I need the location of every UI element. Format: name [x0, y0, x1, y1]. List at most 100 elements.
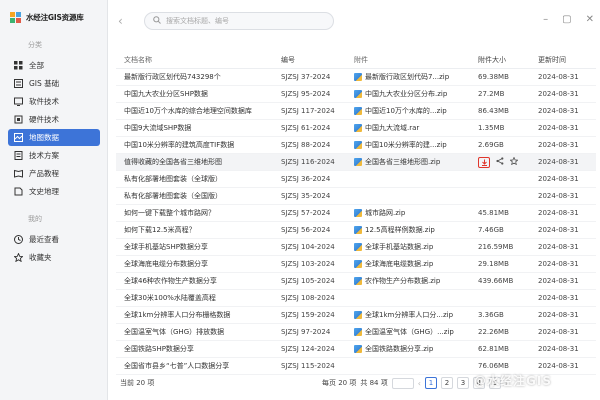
document-name[interactable]: 全球手机基站SHP数据分享 [116, 242, 279, 252]
document-name[interactable]: 值得收藏的全国各省三维地形图 [116, 157, 279, 167]
column-header-name[interactable]: 文档名称 [116, 55, 279, 65]
column-header-size[interactable]: 附件大小 [474, 55, 532, 65]
table-row[interactable]: 中国近10万个水库的综合地理空间数据库 SJZSJ 117-2024 中国近10万个… [116, 103, 596, 120]
sidebar-item-history[interactable]: 文史地理 [8, 183, 100, 200]
attachment-cell[interactable]: 中国10米分辨率的建...zip [352, 140, 474, 150]
attachment-name[interactable]: 全球手机基站数据.zip [365, 242, 433, 252]
attachment-cell[interactable]: 中国近10万个水库的...zip [352, 106, 474, 116]
table-row[interactable]: 全球46种农作物生产数据分享 SJZSJ 105-2024 农作物生产分布数据.zi… [116, 273, 596, 290]
document-name[interactable]: 最新版行政区划代码743298个 [116, 72, 279, 82]
table-row[interactable]: 中国10米分辨率的建筑高度TIF数据 SJZSJ 88-2024 中国10米分辨率的… [116, 137, 596, 154]
document-name[interactable]: 全国温室气体（GHG）排放数据 [116, 327, 279, 337]
document-name[interactable]: 中国10米分辨率的建筑高度TIF数据 [116, 140, 279, 150]
table-row[interactable]: 全球30米100%水陆覆盖高程 SJZSJ 108-2024 2024-08-31 [116, 290, 596, 307]
table-row[interactable]: 私有化部署地图套装（全球版） SJZSJ 36-2024 2024-08-31 [116, 171, 596, 188]
star-icon[interactable] [509, 156, 519, 167]
total-pages-label: 共 84 项 [360, 379, 388, 387]
attachment-name[interactable]: 全国铁路数据分享.zip [365, 344, 433, 354]
attachment-name[interactable]: 中国九大流域.rar [365, 123, 419, 133]
attachment-name[interactable]: 农作物生产分布数据.zip [365, 276, 440, 286]
attachment-cell[interactable]: 农作物生产分布数据.zip [352, 276, 474, 286]
table-row[interactable]: 全球1km分辨率人口分布栅格数据 SJZSJ 159-2024 全球1km分辨率人口… [116, 307, 596, 324]
sidebar-item-tutorial[interactable]: 产品教程 [8, 165, 100, 182]
table-row[interactable]: 私有化部署地图套装（全国版） SJZSJ 35-2024 2024-08-31 [116, 188, 596, 205]
sidebar-item-favorites[interactable]: 收藏夹 [8, 249, 100, 266]
updated-date: 2024-08-31 [538, 277, 579, 285]
table-row[interactable]: 如何下载12.5米高程？ SJZSJ 56-2024 12.5高程样例数据.zip 7… [116, 222, 596, 239]
page-number-button[interactable]: 3 [456, 377, 469, 389]
sidebar-item-map-data[interactable]: 地图数据 [8, 129, 100, 146]
page-number-button[interactable]: 2 [440, 377, 453, 389]
search-box[interactable] [144, 12, 334, 30]
file-icon [354, 107, 362, 115]
sidebar-item-solution[interactable]: 技术方案 [8, 147, 100, 164]
prev-page-icon[interactable]: ‹ [418, 379, 421, 388]
attachment-name[interactable]: 全球1km分辨率人口分...zip [365, 310, 453, 320]
table-row[interactable]: 全球海底电缆分布数据分享 SJZSJ 103-2024 全球海底电缆数据.zip 29… [116, 256, 596, 273]
attachment-cell[interactable]: 全国各省三维地形图.zip [352, 157, 474, 167]
attachment-name[interactable]: 全球海底电缆数据.zip [365, 259, 433, 269]
attachment-name[interactable]: 中国九大农业分区分布.zip [365, 89, 447, 99]
column-header-updated[interactable]: 更新时间 [532, 55, 592, 65]
document-name[interactable]: 如何一键下载整个城市路网？ [116, 208, 279, 218]
attachment-name[interactable]: 中国近10万个水库的...zip [365, 106, 447, 116]
attachment-name[interactable]: 全国温室气体（GHG）...zip [365, 327, 454, 337]
document-name[interactable]: 中国九大农业分区SHP数据 [116, 89, 279, 99]
document-name[interactable]: 全球1km分辨率人口分布栅格数据 [116, 310, 279, 320]
column-header-attachment[interactable]: 附件 [352, 55, 474, 65]
document-name[interactable]: 全国省市县乡“七普”人口数据分享 [116, 361, 279, 371]
attachment-cell[interactable]: 中国九大农业分区分布.zip [352, 89, 474, 99]
search-input[interactable] [166, 17, 326, 25]
attachment-cell[interactable]: 全球手机基站数据.zip [352, 242, 474, 252]
document-name[interactable]: 全球海底电缆分布数据分享 [116, 259, 279, 269]
sidebar-item-all[interactable]: 全部 [8, 57, 100, 74]
attachment-cell[interactable]: 全国铁路数据分享.zip [352, 344, 474, 354]
document-name[interactable]: 全球30米100%水陆覆盖高程 [116, 293, 279, 303]
table-row[interactable]: 值得收藏的全国各省三维地形图 SJZSJ 116-2024 全国各省三维地形图.zi… [116, 154, 596, 171]
attachment-size: 439.66MB [478, 277, 514, 285]
document-name[interactable]: 私有化部署地图套装（全国版） [116, 191, 279, 201]
sidebar-item-hardware[interactable]: 硬件技术 [8, 111, 100, 128]
attachment-cell[interactable]: 最新版行政区划代码7...zip [352, 72, 474, 82]
attachment-name[interactable]: 最新版行政区划代码7...zip [365, 72, 449, 82]
table-row[interactable]: 全国铁路SHP数据分享 SJZSJ 124-2024 全国铁路数据分享.zip 62.… [116, 341, 596, 358]
back-arrow-icon[interactable]: ‹ [118, 14, 123, 28]
attachment-cell[interactable]: 城市路网.zip [352, 208, 474, 218]
document-name[interactable]: 全球46种农作物生产数据分享 [116, 276, 279, 286]
download-icon[interactable] [478, 156, 490, 168]
minimize-icon[interactable]: – [543, 14, 548, 25]
document-code: SJZSJ 36-2024 [281, 175, 331, 183]
table-row[interactable]: 中国9大流域SHP数据 SJZSJ 61-2024 中国九大流域.rar 1.35MB… [116, 120, 596, 137]
attachment-name[interactable]: 中国10米分辨率的建...zip [365, 140, 447, 150]
attachment-name[interactable]: 12.5高程样例数据.zip [365, 225, 435, 235]
attachment-cell[interactable]: 全球海底电缆数据.zip [352, 259, 474, 269]
share-icon[interactable] [496, 157, 504, 167]
attachment-name[interactable]: 全国各省三维地形图.zip [365, 157, 440, 167]
file-icon [354, 328, 362, 336]
sidebar-item-recent[interactable]: 最近查看 [8, 231, 100, 248]
column-header-code[interactable]: 编号 [279, 55, 352, 65]
document-name[interactable]: 全国铁路SHP数据分享 [116, 344, 279, 354]
table-row[interactable]: 全国温室气体（GHG）排放数据 SJZSJ 97-2024 全国温室气体（GHG）.… [116, 324, 596, 341]
document-code: SJZSJ 103-2024 [281, 260, 335, 268]
attachment-name[interactable]: 城市路网.zip [365, 208, 405, 218]
document-code: SJZSJ 88-2024 [281, 141, 331, 149]
table-row[interactable]: 如何一键下载整个城市路网？ SJZSJ 57-2024 城市路网.zip 45.81M… [116, 205, 596, 222]
attachment-cell[interactable]: 全球1km分辨率人口分...zip [352, 310, 474, 320]
sidebar-item-gis-base[interactable]: GIS 基础 [8, 75, 100, 92]
table-row[interactable]: 最新版行政区划代码743298个 SJZSJ 37-2024 最新版行政区划代码7.… [116, 69, 596, 86]
document-name[interactable]: 中国9大流域SHP数据 [116, 123, 279, 133]
document-name[interactable]: 如何下载12.5米高程？ [116, 225, 279, 235]
table-row[interactable]: 中国九大农业分区SHP数据 SJZSJ 95-2024 中国九大农业分区分布.zip… [116, 86, 596, 103]
sidebar-item-software[interactable]: 软件技术 [8, 93, 100, 110]
document-name[interactable]: 中国近10万个水库的综合地理空间数据库 [116, 106, 279, 116]
maximize-icon[interactable]: ▢ [562, 14, 571, 25]
attachment-cell[interactable]: 12.5高程样例数据.zip [352, 225, 474, 235]
table-row[interactable]: 全球手机基站SHP数据分享 SJZSJ 104-2024 全球手机基站数据.zip 2… [116, 239, 596, 256]
page-size-select[interactable] [391, 377, 414, 389]
page-number-button[interactable]: 1 [424, 377, 437, 389]
attachment-cell[interactable]: 全国温室气体（GHG）...zip [352, 327, 474, 337]
attachment-cell[interactable]: 中国九大流域.rar [352, 123, 474, 133]
close-icon[interactable]: ✕ [586, 14, 594, 25]
document-name[interactable]: 私有化部署地图套装（全球版） [116, 174, 279, 184]
